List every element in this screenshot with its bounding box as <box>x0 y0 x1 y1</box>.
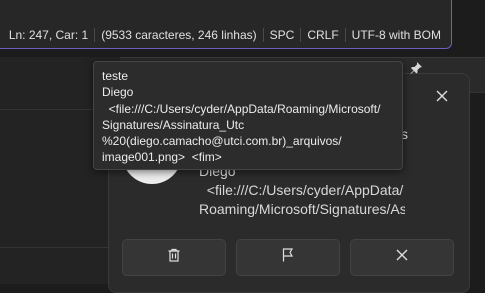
divider <box>0 247 120 248</box>
tooltip-line: <file:///C:/Users/cyder/AppData/Roaming/… <box>102 101 381 116</box>
notification-body-line: Roaming/Microsoft/Signatures/Assinatura <box>199 201 405 217</box>
line-ending[interactable]: CRLF <box>301 25 344 45</box>
notification-body: Diego <file:///C:/Users/cyder/AppData/Ro… <box>199 162 405 220</box>
flag-button[interactable] <box>236 239 340 276</box>
trash-icon <box>166 247 182 268</box>
tooltip-line: Signatures/Assinatura_Utc <box>102 117 245 132</box>
delete-button[interactable] <box>122 239 226 276</box>
cursor-position[interactable]: Ln: 247, Car: 1 <box>3 25 94 45</box>
tooltip-line: teste <box>102 69 129 83</box>
notification-body-line: <file:///C:/Users/cyder/AppData/ <box>199 182 404 198</box>
tooltip-line: %20(diego.camacho@utci.com.br)_arquivos/ <box>102 134 342 149</box>
tooltip: teste Diego <file:///C:/Users/cyder/AppD… <box>93 61 403 170</box>
indent-mode[interactable]: SPC <box>264 25 301 45</box>
status-bar: Ln: 247, Car: 1 (9533 caracteres, 246 li… <box>0 25 451 45</box>
document-stats: (9533 caracteres, 246 linhas) <box>101 28 257 42</box>
pin-icon[interactable] <box>409 61 423 75</box>
flag-icon <box>280 247 296 268</box>
tooltip-line: Diego <box>102 85 134 100</box>
encoding[interactable]: UTF-8 with BOM <box>346 25 447 45</box>
close-icon <box>394 247 410 268</box>
dismiss-button[interactable] <box>350 239 454 276</box>
close-icon[interactable] <box>434 88 450 104</box>
tooltip-line: image001.png> <fim> <box>102 150 222 165</box>
editor-window: Ln: 247, Car: 1 (9533 caracteres, 246 li… <box>0 0 452 49</box>
